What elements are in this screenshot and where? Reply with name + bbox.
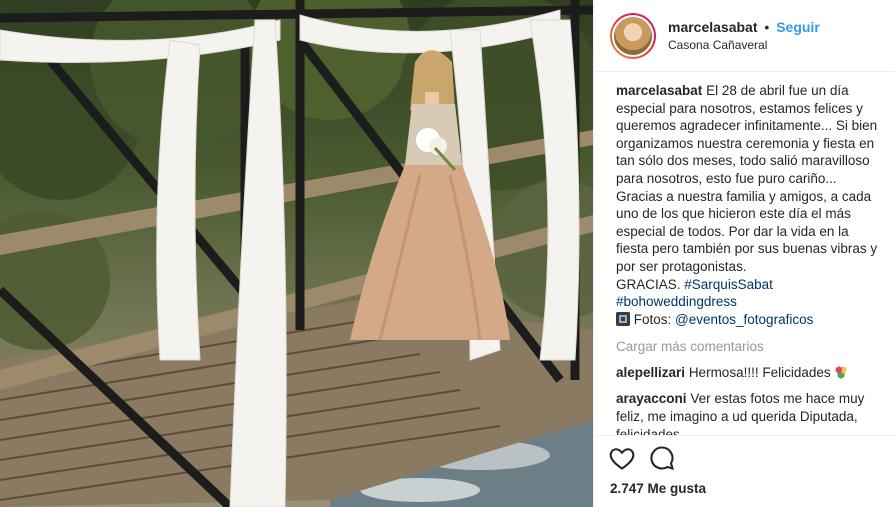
action-bar	[594, 435, 895, 479]
post-sidebar: marcelasabat • Seguir Casona Cañaveral m…	[593, 0, 895, 507]
wedding-bridge-illustration	[0, 0, 593, 507]
caption-username[interactable]: marcelasabat	[616, 83, 702, 98]
instagram-post: marcelasabat • Seguir Casona Cañaveral m…	[0, 0, 895, 507]
hashtag-sarquissabat[interactable]: #SarquisSabat	[684, 277, 773, 292]
likes-count[interactable]: 2.747 Me gusta	[610, 481, 706, 496]
header-text: marcelasabat • Seguir Casona Cañaveral	[668, 18, 820, 54]
caption: marcelasabat El 28 de abril fue un día e…	[616, 82, 879, 328]
caption-thanks: GRACIAS.	[616, 276, 681, 292]
comment-item: alepellizari Hermosa!!!! Felicidades	[616, 364, 879, 382]
photos-handle-link[interactable]: @eventos_fotograficos	[675, 312, 813, 327]
follow-button[interactable]: Seguir	[776, 19, 820, 35]
comment-username[interactable]: arayacconi	[616, 391, 687, 406]
comment-username[interactable]: alepellizari	[616, 365, 685, 380]
post-photo[interactable]	[0, 0, 593, 507]
header-username[interactable]: marcelasabat	[668, 19, 758, 35]
comment-icon[interactable]	[648, 444, 676, 472]
hashtag-bohoweddingdress[interactable]: #bohoweddingdress	[616, 294, 737, 309]
comments-section[interactable]: marcelasabat El 28 de abril fue un día e…	[594, 82, 895, 435]
comment-text: Hermosa!!!! Felicidades	[688, 365, 831, 381]
comment-item: arayacconi Ver estas fotos me hace muy f…	[616, 390, 879, 435]
photos-label: Fotos:	[633, 311, 672, 327]
bouquet-emoji-icon	[834, 365, 849, 380]
location-link[interactable]: Casona Cañaveral	[668, 36, 820, 54]
load-more-comments-button[interactable]: Cargar más comentarios	[616, 338, 879, 356]
post-header: marcelasabat • Seguir Casona Cañaveral	[594, 0, 895, 72]
avatar[interactable]	[610, 12, 656, 59]
heart-icon[interactable]	[608, 444, 636, 472]
header-separator: •	[764, 18, 770, 35]
caption-text: El 28 de abril fue un día especial para …	[616, 83, 878, 274]
camera-emoji-icon	[616, 311, 630, 326]
